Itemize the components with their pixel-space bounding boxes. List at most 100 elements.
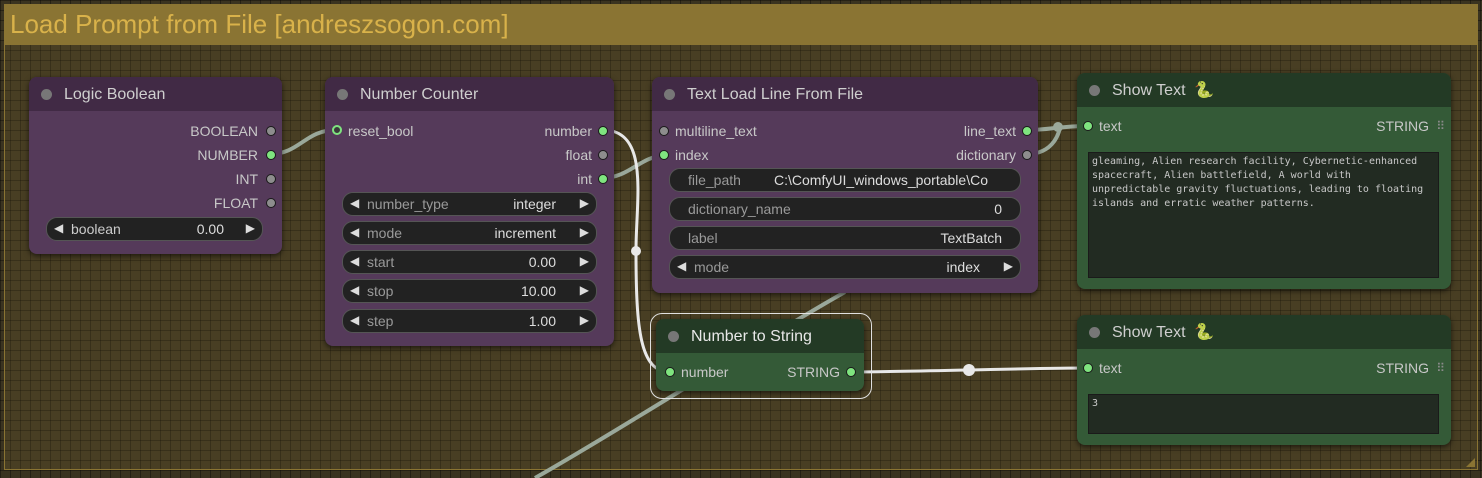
output-slot-dot[interactable] [598, 150, 608, 160]
output-label: BOOLEAN [190, 123, 258, 139]
group-resize-handle[interactable] [1466, 458, 1475, 467]
start-widget[interactable]: ◀ start 0.00 ▶ [342, 250, 597, 274]
node-header[interactable]: Text Load Line From File [652, 77, 1038, 111]
output-slot-dot[interactable] [1022, 150, 1032, 160]
input-slot-dot[interactable] [659, 126, 669, 136]
node-header[interactable]: Logic Boolean [29, 77, 282, 111]
widget-value: integer [513, 196, 556, 212]
node-number-counter[interactable]: Number Counter reset_bool number float i… [325, 77, 614, 346]
node-title: Text Load Line From File [687, 86, 864, 103]
collapse-dot-icon[interactable] [41, 89, 52, 100]
output-label: number [544, 123, 592, 139]
right-arrow-icon[interactable]: ▶ [580, 196, 589, 210]
output-slot-dot[interactable] [1022, 126, 1032, 136]
output-label: STRING [787, 364, 840, 380]
collapse-dot-icon[interactable] [1089, 85, 1100, 96]
widget-value: C:\ComfyUI_windows_portable\Co [774, 172, 988, 188]
node-title: Number to String [691, 328, 812, 345]
grid-icon[interactable]: ⠿ [1436, 119, 1445, 133]
mode-widget[interactable]: ◀ mode increment ▶ [342, 221, 597, 245]
widget-value: increment [494, 225, 556, 241]
collapse-dot-icon[interactable] [1089, 327, 1100, 338]
input-slot-dot[interactable] [332, 125, 342, 135]
text-output-area[interactable]: 3 [1088, 394, 1439, 434]
node-show-text-1[interactable]: Show Text 🐍 text STRING ⠿ gleaming, Alie… [1077, 73, 1451, 289]
text-output-area[interactable]: gleaming, Alien research facility, Cyber… [1088, 152, 1439, 278]
node-header[interactable]: Show Text 🐍 [1077, 73, 1451, 107]
group-header[interactable]: Load Prompt from File [andreszsogon.com] [5, 5, 1477, 45]
input-slot-dot[interactable] [659, 150, 669, 160]
group-title: Load Prompt from File [andreszsogon.com] [10, 9, 509, 39]
input-slot-dot[interactable] [665, 367, 675, 377]
increment-arrow-icon[interactable]: ▶ [580, 313, 589, 327]
decrement-arrow-icon[interactable]: ◀ [350, 283, 359, 297]
output-slot-dot[interactable] [266, 150, 276, 160]
increment-arrow-icon[interactable]: ▶ [580, 283, 589, 297]
step-widget[interactable]: ◀ step 1.00 ▶ [342, 309, 597, 333]
input-label: text [1099, 360, 1122, 376]
output-slot-dot[interactable] [598, 174, 608, 184]
node-text-load-line[interactable]: Text Load Line From File multiline_text … [652, 77, 1038, 293]
input-slot-dot[interactable] [1083, 363, 1093, 373]
widget-label: boolean [71, 221, 121, 237]
boolean-widget[interactable]: ◀ boolean 0.00 ▶ [46, 217, 263, 241]
node-logic-boolean[interactable]: Logic Boolean BOOLEAN NUMBER INT FLOAT ◀… [29, 77, 282, 254]
widget-value: 10.00 [520, 283, 556, 299]
grid-icon[interactable]: ⠿ [1436, 361, 1445, 375]
output-slot-dot[interactable] [266, 126, 276, 136]
widget-value: 1.00 [528, 313, 556, 329]
label-field[interactable]: label TextBatch [669, 226, 1021, 250]
node-header[interactable]: Number Counter [325, 77, 614, 111]
node-title: Show Text [1112, 82, 1186, 99]
snake-icon: 🐍 [1194, 82, 1214, 99]
left-arrow-icon[interactable]: ◀ [677, 259, 686, 273]
widget-label: mode [694, 259, 730, 275]
snake-icon: 🐍 [1194, 324, 1214, 341]
widget-label: start [367, 254, 395, 270]
widget-label: dictionary_name [688, 201, 791, 217]
output-slot-dot[interactable] [846, 367, 856, 377]
output-slot-dot[interactable] [598, 126, 608, 136]
file-path-field[interactable]: file_path C:\ComfyUI_windows_portable\Co [669, 168, 1021, 192]
increment-arrow-icon[interactable]: ▶ [580, 254, 589, 268]
node-header[interactable]: Show Text 🐍 [1077, 315, 1451, 349]
input-label: text [1099, 118, 1122, 134]
node-show-text-2[interactable]: Show Text 🐍 text STRING ⠿ 3 [1077, 315, 1451, 445]
input-label: number [681, 364, 729, 380]
decrement-arrow-icon[interactable]: ◀ [350, 313, 359, 327]
input-label: multiline_text [675, 123, 757, 139]
decrement-arrow-icon[interactable]: ◀ [54, 221, 63, 235]
widget-value: 0.00 [528, 254, 556, 270]
widget-label: step [367, 313, 394, 329]
output-label: float [565, 147, 592, 163]
right-arrow-icon[interactable]: ▶ [1004, 259, 1013, 273]
widget-value: TextBatch [940, 230, 1002, 246]
node-title: Show Text [1112, 324, 1186, 341]
input-label: index [675, 147, 709, 163]
right-arrow-icon[interactable]: ▶ [580, 225, 589, 239]
number-type-widget[interactable]: ◀ number_type integer ▶ [342, 192, 597, 216]
decrement-arrow-icon[interactable]: ◀ [350, 254, 359, 268]
widget-value: 0.00 [196, 221, 224, 237]
left-arrow-icon[interactable]: ◀ [350, 196, 359, 210]
collapse-dot-icon[interactable] [664, 89, 675, 100]
stop-widget[interactable]: ◀ stop 10.00 ▶ [342, 279, 597, 303]
output-label: FLOAT [213, 195, 258, 211]
output-label: line_text [963, 123, 1016, 139]
output-slot-dot[interactable] [266, 198, 276, 208]
node-header[interactable]: Number to String [656, 319, 864, 353]
collapse-dot-icon[interactable] [668, 331, 679, 342]
node-title: Logic Boolean [64, 86, 166, 103]
node-number-to-string[interactable]: Number to String number STRING [656, 319, 864, 391]
widget-value: 0 [994, 201, 1002, 217]
graph-canvas[interactable]: Load Prompt from File [andreszsogon.com]… [0, 0, 1482, 478]
left-arrow-icon[interactable]: ◀ [350, 225, 359, 239]
node-title: Number Counter [360, 86, 479, 103]
output-slot-dot[interactable] [266, 174, 276, 184]
increment-arrow-icon[interactable]: ▶ [246, 221, 255, 235]
widget-label: mode [367, 225, 403, 241]
collapse-dot-icon[interactable] [337, 89, 348, 100]
input-slot-dot[interactable] [1083, 121, 1093, 131]
dictionary-name-field[interactable]: dictionary_name 0 [669, 197, 1021, 221]
mode-widget[interactable]: ◀ mode index ▶ [669, 255, 1021, 279]
